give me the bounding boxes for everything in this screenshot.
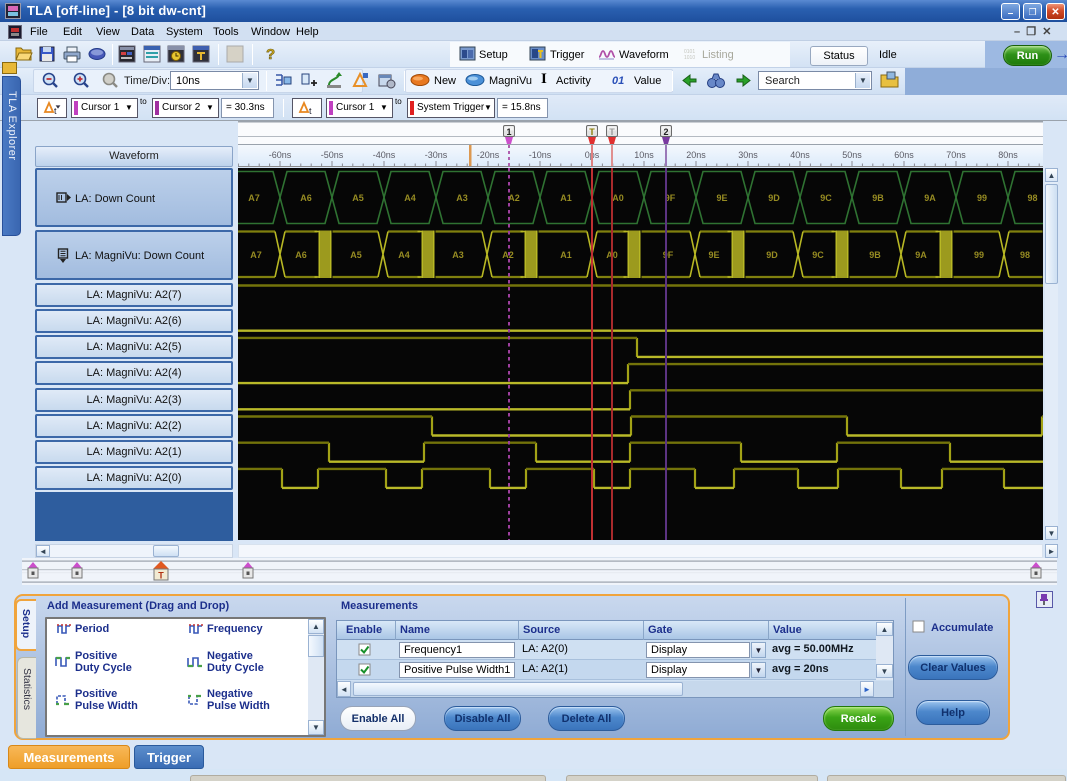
svg-text:T: T [609,127,615,137]
svg-text:50ns: 50ns [842,150,862,160]
svg-text:-10ns: -10ns [529,150,552,160]
svg-text:A6: A6 [295,250,307,260]
svg-text:t: t [54,106,57,116]
svg-text:1010: 1010 [684,55,695,61]
svg-text:9D: 9D [768,193,780,203]
svg-text:A3: A3 [456,193,468,203]
svg-text:10ns: 10ns [634,150,654,160]
svg-text:98: 98 [1020,250,1030,260]
svg-text:A3: A3 [452,250,464,260]
svg-text:A7: A7 [250,250,262,260]
svg-text:A5: A5 [352,193,364,203]
svg-text:T: T [589,127,595,137]
svg-text:99: 99 [977,193,987,203]
svg-text:70ns: 70ns [946,150,966,160]
svg-text:9C: 9C [812,250,824,260]
svg-text:2: 2 [663,127,668,137]
svg-text:-60ns: -60ns [269,150,292,160]
svg-text:A0: A0 [612,193,624,203]
svg-text:40ns: 40ns [790,150,810,160]
svg-text:9B: 9B [872,193,884,203]
svg-text:30ns: 30ns [738,150,758,160]
svg-text:60ns: 60ns [894,150,914,160]
svg-text:A4: A4 [398,250,410,260]
svg-text:9E: 9E [716,193,727,203]
svg-text:20ns: 20ns [686,150,706,160]
svg-text:A6: A6 [300,193,312,203]
svg-text:?: ? [266,46,275,63]
svg-text:-50ns: -50ns [321,150,344,160]
svg-text:9A: 9A [915,250,927,260]
svg-text:t: t [309,106,312,116]
svg-text:A1: A1 [560,193,572,203]
svg-text:9B: 9B [869,250,881,260]
svg-text:9E: 9E [708,250,719,260]
svg-text:A5: A5 [350,250,362,260]
svg-text:99: 99 [974,250,984,260]
svg-text:9A: 9A [924,193,936,203]
svg-text:A4: A4 [404,193,416,203]
svg-text:-40ns: -40ns [373,150,396,160]
svg-text:T: T [158,571,164,581]
svg-text:-30ns: -30ns [425,150,448,160]
svg-text:80ns: 80ns [998,150,1018,160]
svg-text:A1: A1 [560,250,572,260]
svg-text:-20ns: -20ns [477,150,500,160]
svg-text:9C: 9C [820,193,832,203]
svg-text:98: 98 [1027,193,1037,203]
svg-text:9D: 9D [766,250,778,260]
svg-text:A7: A7 [248,193,260,203]
svg-text:9F: 9F [663,250,674,260]
svg-text:1: 1 [506,127,511,137]
